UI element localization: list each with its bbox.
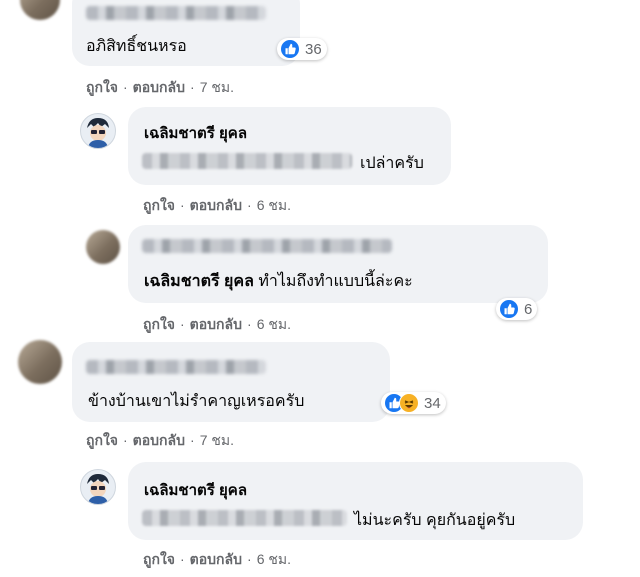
reaction-count: 36	[305, 40, 322, 58]
avatar[interactable]	[86, 230, 120, 264]
comment-actions: ถูกใจ · ตอบกลับ · 7 ชม.	[86, 430, 234, 452]
separator: ·	[190, 432, 195, 448]
like-thumb-icon	[280, 39, 300, 59]
comment-actions: ถูกใจ · ตอบกลับ · 6 ชม.	[143, 314, 291, 336]
comment-text: เปล่าครับ	[360, 155, 424, 172]
comment-actions: ถูกใจ · ตอบกลับ · 7 ชม.	[86, 77, 234, 99]
like-link[interactable]: ถูกใจ	[143, 195, 175, 217]
comment-text: เฉลิมชาตรี ยุคล ทำไมถึงทำแบบนี้ล่ะคะ	[144, 269, 413, 294]
timestamp[interactable]: 6 ชม.	[257, 195, 291, 217]
separator: ·	[247, 197, 252, 213]
comment-bubble: เฉลิมชาตรี ยุคล เปล่าครับ	[128, 107, 451, 185]
reply-link[interactable]: ตอบกลับ	[190, 195, 242, 217]
avatar[interactable]	[20, 0, 60, 20]
comment-text-body: ทำไมถึงทำแบบนี้ล่ะคะ	[258, 273, 413, 290]
haha-face-icon	[399, 393, 419, 413]
like-link[interactable]: ถูกใจ	[143, 549, 175, 571]
comment-author[interactable]: เฉลิมชาตรี ยุคล	[144, 121, 247, 145]
comment-bubble: อภิสิทธิ์ชนหรอ	[72, 0, 300, 66]
reply-link[interactable]: ตอบกลับ	[190, 549, 242, 571]
separator: ·	[123, 432, 128, 448]
reaction-count: 6	[524, 300, 533, 318]
avatar[interactable]	[80, 113, 116, 149]
separator: ·	[180, 197, 185, 213]
comment-text: ข้างบ้านเขาไม่รำคาญเหรอครับ	[88, 393, 305, 410]
separator: ·	[247, 551, 252, 567]
comment-author[interactable]: เฉลิมชาตรี ยุคล	[144, 478, 247, 502]
separator: ·	[123, 79, 128, 95]
like-link[interactable]: ถูกใจ	[143, 314, 175, 336]
blurred-mention[interactable]	[142, 153, 352, 169]
separator: ·	[180, 551, 185, 567]
comment-actions: ถูกใจ · ตอบกลับ · 6 ชม.	[143, 195, 291, 217]
comment-text: อภิสิทธิ์ชนหรอ	[86, 38, 187, 55]
reaction-count: 34	[424, 394, 441, 412]
reaction-badge[interactable]: 6	[496, 298, 538, 320]
timestamp[interactable]: 6 ชม.	[257, 314, 291, 336]
like-link[interactable]: ถูกใจ	[86, 77, 118, 99]
blurred-author-name[interactable]	[142, 239, 392, 253]
separator: ·	[180, 316, 185, 332]
reaction-badge[interactable]: 36	[277, 38, 327, 60]
separator: ·	[247, 316, 252, 332]
like-thumb-icon	[499, 299, 519, 319]
comment-bubble: เฉลิมชาตรี ยุคล ทำไมถึงทำแบบนี้ล่ะคะ	[128, 225, 548, 303]
avatar[interactable]	[80, 469, 116, 505]
comment-bubble: เฉลิมชาตรี ยุคล ไม่นะครับ คุยกันอยู่ครับ	[128, 462, 583, 540]
like-link[interactable]: ถูกใจ	[86, 430, 118, 452]
blurred-author-name[interactable]	[86, 6, 266, 20]
reply-link[interactable]: ตอบกลับ	[133, 430, 185, 452]
comment-actions: ถูกใจ · ตอบกลับ · 6 ชม.	[143, 549, 291, 571]
avatar[interactable]	[18, 340, 62, 384]
blurred-author-name[interactable]	[86, 360, 266, 374]
timestamp[interactable]: 6 ชม.	[257, 549, 291, 571]
comment-bubble: ข้างบ้านเขาไม่รำคาญเหรอครับ	[72, 342, 390, 422]
reaction-badge[interactable]: 34	[381, 392, 446, 414]
reply-link[interactable]: ตอบกลับ	[133, 77, 185, 99]
timestamp[interactable]: 7 ชม.	[200, 430, 234, 452]
blurred-mention[interactable]	[142, 510, 347, 526]
reply-link[interactable]: ตอบกลับ	[190, 314, 242, 336]
mention-name[interactable]: เฉลิมชาตรี ยุคล	[144, 273, 254, 290]
timestamp[interactable]: 7 ชม.	[200, 77, 234, 99]
separator: ·	[190, 79, 195, 95]
comment-text: ไม่นะครับ คุยกันอยู่ครับ	[354, 512, 516, 529]
